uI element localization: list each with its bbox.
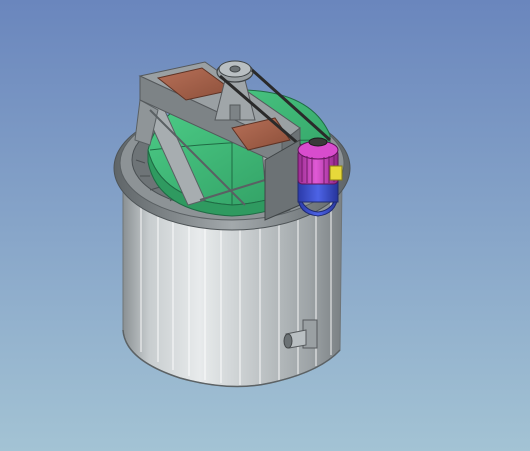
cad-viewport (0, 0, 530, 451)
tank-model-render (0, 0, 530, 451)
terminal-box (329, 165, 343, 181)
